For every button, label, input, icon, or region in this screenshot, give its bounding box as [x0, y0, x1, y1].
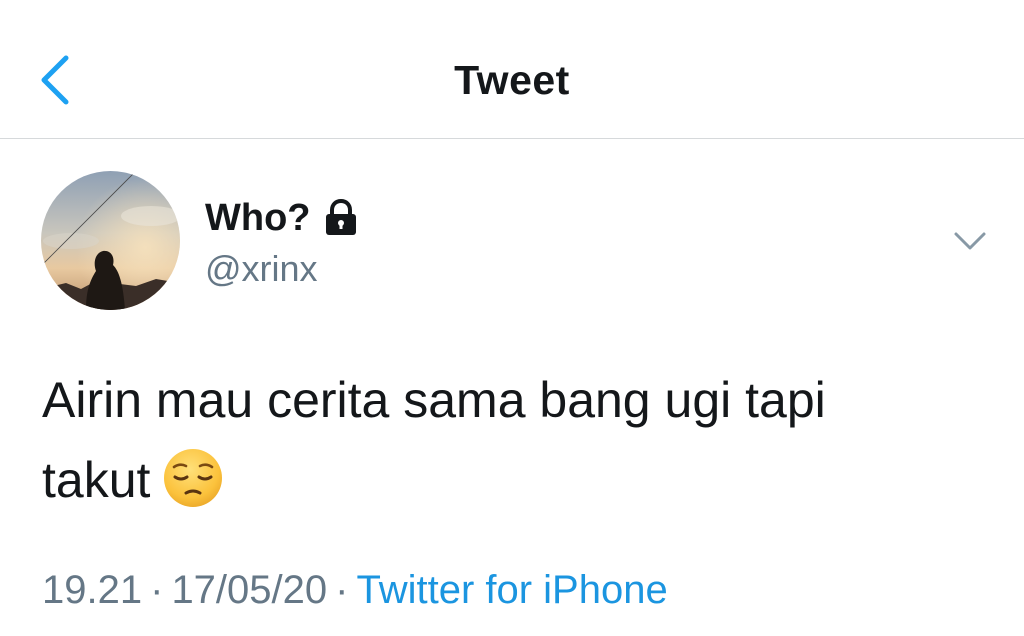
separator: ·: [150, 568, 164, 612]
lock-icon: [323, 198, 359, 237]
author-name-row: Who?: [205, 195, 359, 241]
source-link[interactable]: Twitter for iPhone: [356, 568, 667, 612]
tweet-text: Airin mau cerita sama bang ugi tapi taku…: [42, 360, 942, 520]
display-name[interactable]: Who?: [205, 195, 311, 241]
separator: ·: [335, 568, 349, 612]
more-options-button[interactable]: [950, 226, 990, 256]
pensive-face-emoji: [162, 447, 224, 509]
tweet-date: 17/05/20: [171, 568, 328, 612]
chevron-down-icon: [954, 232, 986, 250]
avatar[interactable]: [41, 171, 180, 310]
tweet-text-line: takut: [42, 452, 151, 508]
tweet-time: 19.21: [42, 568, 143, 612]
tweet-metadata: 19.21 · 17/05/20 · Twitter for iPhone: [42, 566, 668, 614]
username[interactable]: @xrinx: [205, 248, 318, 290]
page-title: Tweet: [454, 57, 570, 103]
navigation-bar: Tweet: [0, 0, 1024, 139]
tweet-text-line: Airin mau cerita sama bang ugi tapi: [42, 372, 826, 428]
